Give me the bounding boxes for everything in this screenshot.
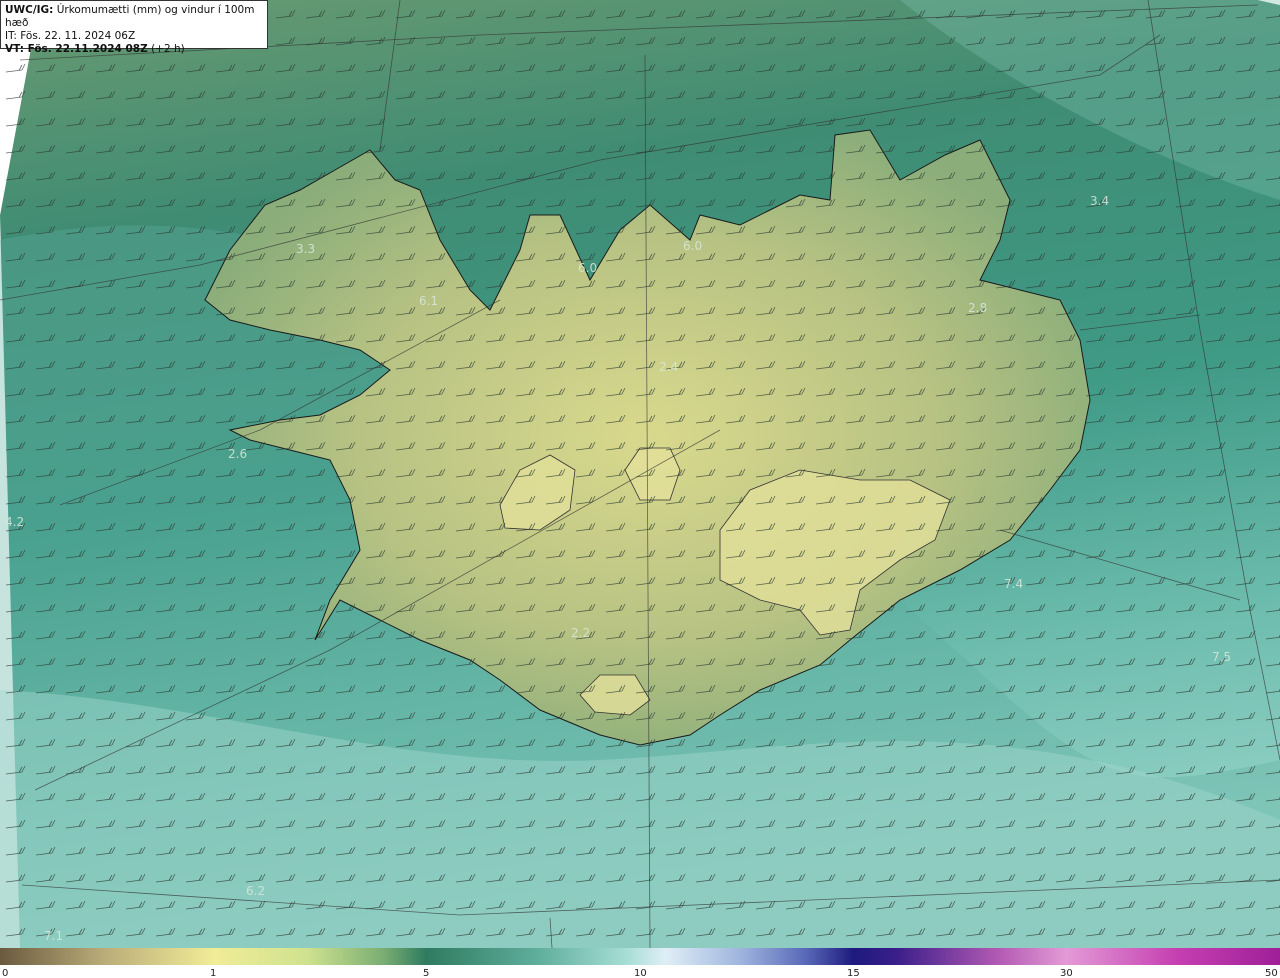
map-header: UWC/IG: Úrkomumætti (mm) og vindur í 100…: [0, 0, 268, 55]
value-label: 3.4: [1090, 194, 1109, 208]
lead-time: (+2 h): [151, 43, 185, 55]
init-time: IT: Fös. 22. 11. 2024 06Z: [5, 30, 136, 42]
model-code: UWC/IG:: [5, 4, 54, 16]
value-label: 7.4: [1004, 577, 1023, 591]
wind-barbs-overlay: [0, 0, 1280, 948]
colorbar-gradient: [0, 948, 1280, 965]
value-label: 2.4: [659, 360, 678, 374]
value-label: 7.1: [44, 929, 63, 943]
colorbar-tick: 50: [1265, 968, 1278, 978]
value-label: 2.6: [228, 447, 247, 461]
value-label: 6.1: [419, 294, 438, 308]
value-label: 6.0: [578, 261, 597, 275]
value-label: 2.8: [968, 301, 987, 315]
colorbar-tick: 15: [847, 968, 860, 978]
colorbar-tick: 0: [2, 968, 8, 978]
valid-time: VT: Fös. 22.11.2024 08Z: [5, 43, 148, 55]
colorbar-tick: 5: [423, 968, 429, 978]
title-line: UWC/IG: Úrkomumætti (mm) og vindur í 100…: [5, 4, 263, 30]
value-label: 6.2: [246, 884, 265, 898]
colorbar-legend: 0 1 5 10 15 30 50: [0, 948, 1280, 978]
colorbar-tick: 10: [634, 968, 647, 978]
weather-map: 3.3 6.1 6.0 6.0 2.4 2.8 3.4 2.6 4.2 2.2 …: [0, 0, 1280, 948]
value-label: 2.2: [571, 626, 590, 640]
forecast-map-view: 3.3 6.1 6.0 6.0 2.4 2.8 3.4 2.6 4.2 2.2 …: [0, 0, 1280, 978]
valid-time-line: VT: Fös. 22.11.2024 08Z (+2 h): [5, 43, 263, 56]
colorbar-tick: 30: [1060, 968, 1073, 978]
value-label: 7.5: [1212, 650, 1231, 664]
colorbar-tick: 1: [210, 968, 216, 978]
value-label: 4.2: [5, 515, 24, 529]
value-label: 6.0: [683, 239, 702, 253]
value-label: 3.3: [296, 242, 315, 256]
